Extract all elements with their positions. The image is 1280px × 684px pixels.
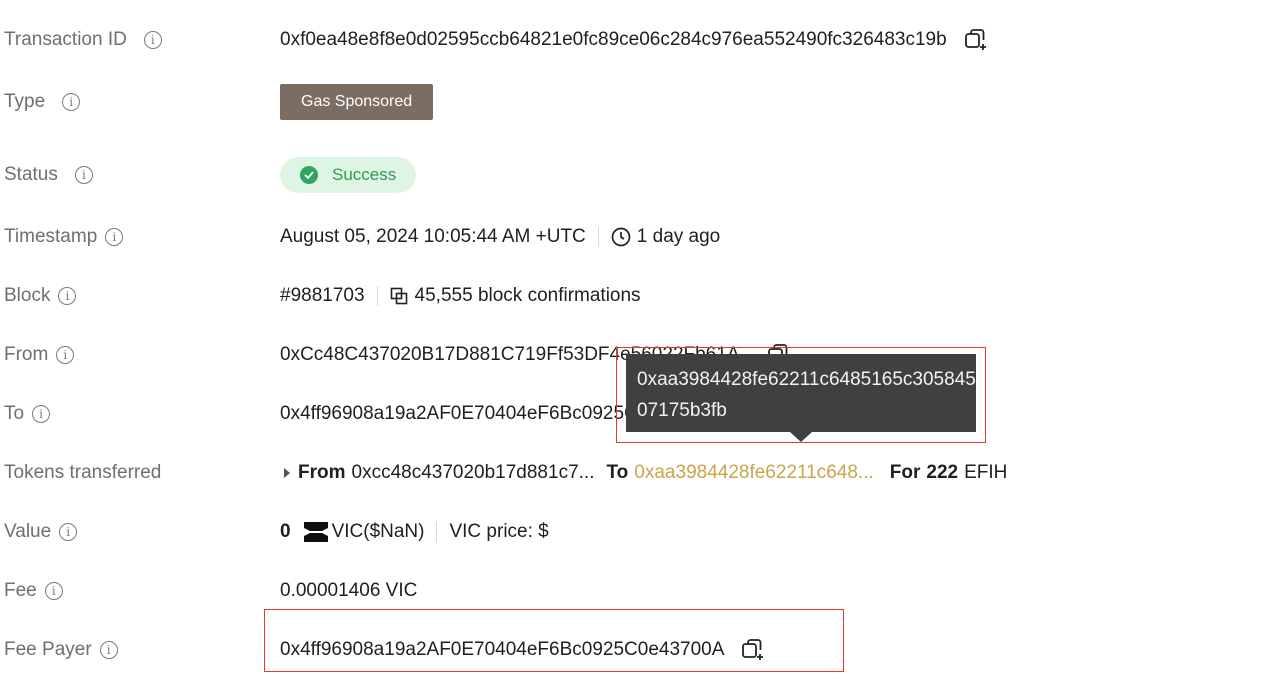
tokens-from-address[interactable]: 0xcc48c437020b17d881c7...	[352, 462, 595, 484]
info-icon[interactable]: i	[44, 582, 63, 600]
type-badge: Gas Sponsored	[280, 84, 434, 120]
row-block: Block i #9881703 45,555 block confirmati…	[0, 276, 1280, 316]
row-tokens-transferred: Tokens transferred From 0xcc48c437020b17…	[0, 453, 1280, 493]
fee-payer-address-link[interactable]: 0x4ff96908a19a2AF0E70404eF6Bc0925C0e4370…	[280, 639, 724, 661]
tokens-transferred-label: Tokens transferred	[4, 462, 162, 483]
tokens-to-keyword: To	[606, 462, 629, 483]
block-icon	[390, 287, 408, 305]
info-icon[interactable]: i	[32, 405, 51, 423]
row-status: Status i Success	[0, 155, 1280, 195]
info-icon[interactable]: i	[105, 228, 124, 246]
block-number-link[interactable]: #9881703	[280, 285, 365, 307]
type-label: Type	[4, 91, 46, 112]
tooltip-arrow	[790, 432, 812, 442]
tokens-to-address[interactable]: 0xaa3984428fe62211c648...	[634, 462, 873, 484]
value-amount: 0	[280, 521, 291, 542]
info-icon[interactable]: i	[62, 93, 81, 111]
info-icon[interactable]: i	[58, 287, 77, 305]
tokens-amount: 222	[926, 462, 959, 483]
value-symbol: VIC($NaN)	[331, 521, 425, 542]
copy-icon[interactable]	[740, 637, 766, 663]
row-fee-payer: Fee Payer i 0x4ff96908a19a2AF0E70404eF6B…	[0, 630, 1280, 670]
row-type: Type i Gas Sponsored	[0, 82, 1280, 122]
transaction-id-value: 0xf0ea48e8f8e0d02595ccb64821e0fc89ce06c2…	[280, 29, 947, 50]
row-timestamp: Timestamp i August 05, 2024 10:05:44 AM …	[0, 217, 1280, 257]
vic-logo-icon	[303, 522, 328, 542]
info-icon[interactable]: i	[59, 523, 78, 541]
copy-icon[interactable]	[963, 27, 989, 53]
address-tooltip: 0xaa3984428fe62211c6485165c30584507175b3…	[626, 354, 976, 432]
status-label: Status	[4, 164, 58, 185]
transaction-id-label: Transaction ID	[4, 29, 127, 50]
timestamp-value: August 05, 2024 10:05:44 AM +UTC	[280, 226, 586, 247]
info-icon[interactable]: i	[74, 166, 93, 184]
block-label: Block	[4, 285, 51, 306]
fee-value: 0.00001406 VIC	[280, 580, 418, 601]
fee-label: Fee	[4, 580, 37, 601]
info-icon[interactable]: i	[143, 31, 162, 49]
tooltip-text: 0xaa3984428fe62211c6485165c30584507175b3…	[637, 369, 976, 421]
fee-payer-label: Fee Payer	[4, 639, 92, 660]
info-icon[interactable]: i	[56, 346, 75, 364]
value-label: Value	[4, 521, 52, 542]
status-badge: Success	[280, 157, 417, 193]
caret-right-icon[interactable]	[284, 468, 290, 478]
timestamp-label: Timestamp	[4, 226, 98, 247]
from-label: From	[4, 344, 49, 365]
divider	[597, 227, 599, 247]
tokens-from-keyword: From	[298, 462, 346, 483]
check-circle-icon	[300, 166, 318, 184]
clock-icon	[611, 227, 631, 247]
tokens-symbol[interactable]: EFIH	[964, 462, 1007, 484]
to-label: To	[4, 403, 25, 424]
row-value: Value i 0 VIC($NaN) VIC price: $	[0, 512, 1280, 552]
row-transaction-id: Transaction ID i 0xf0ea48e8f8e0d02595ccb…	[0, 20, 1280, 60]
timestamp-ago: 1 day ago	[636, 226, 721, 247]
block-confirmations: 45,555 block confirmations	[414, 285, 641, 306]
info-icon[interactable]: i	[99, 641, 118, 659]
status-text: Success	[332, 165, 397, 184]
vic-price: VIC price: $	[449, 521, 549, 542]
divider	[376, 286, 378, 306]
divider	[436, 522, 438, 542]
tokens-for-keyword: For	[889, 462, 921, 483]
row-fee: Fee i 0.00001406 VIC	[0, 571, 1280, 611]
